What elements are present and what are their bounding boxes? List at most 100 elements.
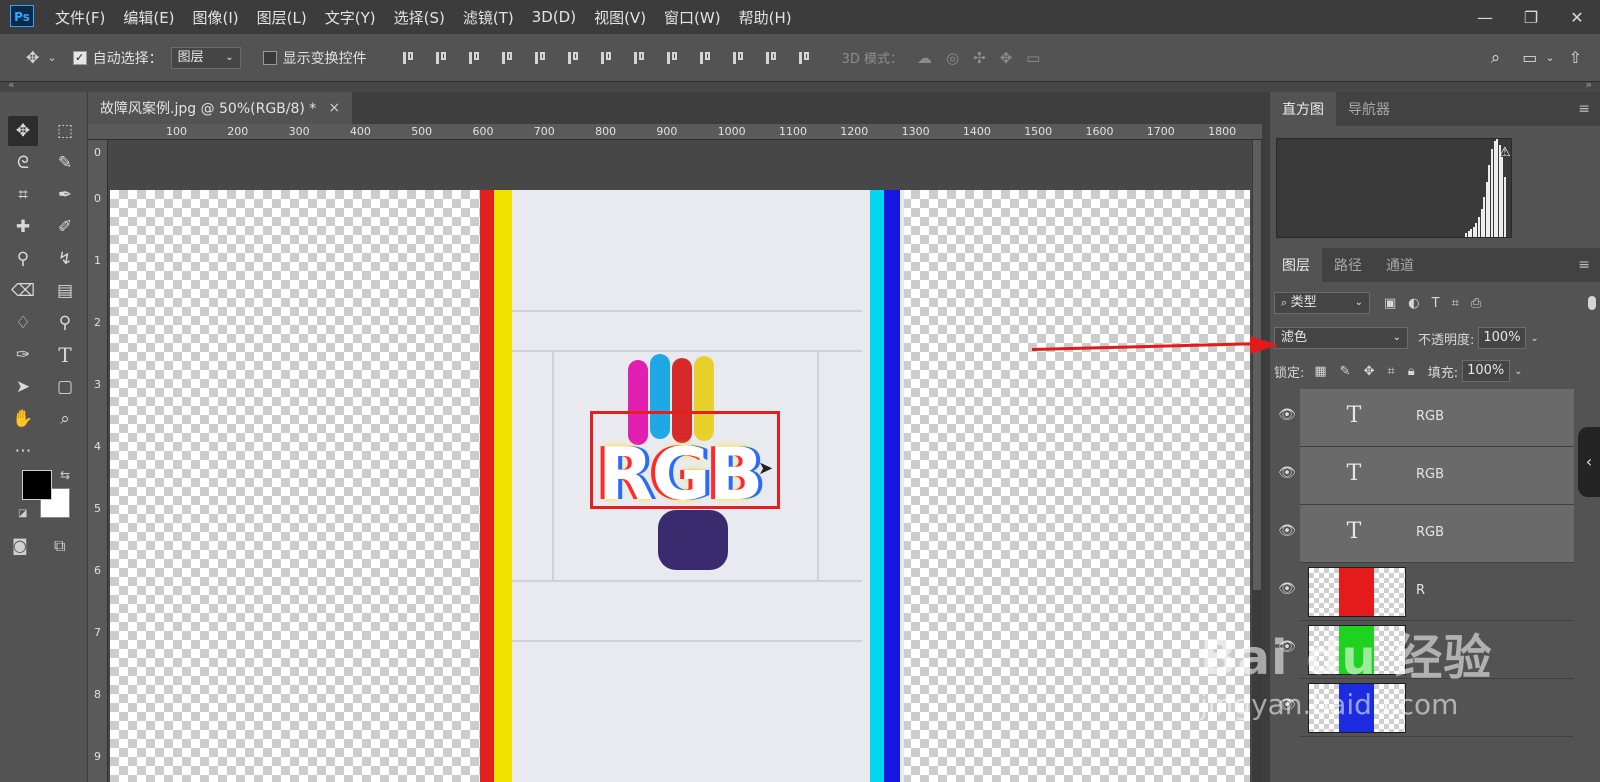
align-left-icon[interactable] [500,50,514,66]
lasso-tool-icon[interactable]: ᘓ [8,148,38,178]
warning-icon[interactable]: ⚠ [1499,145,1511,160]
layer-filter-dropdown[interactable]: ⌕ 类型 ⌄ [1274,292,1370,314]
menu-3d[interactable]: 3D(D) [532,8,576,26]
collapse-right-icon[interactable]: » [1585,78,1592,91]
workspace-icon[interactable]: ▭ [1522,48,1537,67]
share-icon[interactable]: ⇧ [1569,48,1582,67]
more-tools-icon[interactable]: ⋯ [8,436,38,466]
lock-icons[interactable]: ▦✎✥⌗🔒︎ [1314,364,1427,379]
close-tab-icon[interactable]: × [328,100,340,116]
collapse-panel-icon[interactable]: ‹ [1578,427,1600,497]
distribute-right-icon[interactable] [764,50,778,66]
histogram-bar [1504,177,1506,237]
blur-tool-icon[interactable]: ♢ [8,308,38,338]
search-icon[interactable]: ⌕ [1491,48,1501,68]
layer-row[interactable]: 👁︎ T RGB [1278,389,1574,447]
tab-layers[interactable]: 图层 [1270,248,1322,282]
opacity-input[interactable]: 100% [1478,327,1527,349]
layer-name[interactable]: R [1416,583,1425,598]
zoom-tool-icon[interactable]: ⌕ [50,404,80,434]
panel-menu-icon[interactable]: ≡ [1578,257,1590,273]
distribute-hcenter-icon[interactable] [731,50,745,66]
path-select-tool-icon[interactable]: ➤ [8,372,38,402]
hand-tool-icon[interactable]: ✋ [8,404,38,434]
type-tool-icon[interactable]: T [50,340,80,370]
menu-image[interactable]: 图像(I) [193,7,239,28]
blend-mode-dropdown[interactable]: 滤色 ⌄ [1274,327,1408,349]
foreground-color-swatch[interactable] [22,470,52,500]
collapse-left-icon[interactable]: « [8,78,15,91]
tab-channels[interactable]: 通道 [1374,248,1426,282]
distribute-vcenter-icon[interactable] [632,50,646,66]
default-colors-icon[interactable]: ◪ [18,508,27,519]
show-transform-checkbox[interactable] [262,50,277,65]
menu-layer[interactable]: 图层(L) [257,7,307,28]
menu-type[interactable]: 文字(Y) [325,7,376,28]
shape-tool-icon[interactable]: ▢ [50,372,80,402]
brush-tool-icon[interactable]: ✐ [50,212,80,242]
marquee-tool-icon[interactable]: ⬚ [50,116,80,146]
quick-mask-icon[interactable]: ◙ [12,536,28,555]
dodge-tool-icon[interactable]: ⚲ [50,308,80,338]
gradient-tool-icon[interactable]: ▤ [50,276,80,306]
history-brush-tool-icon[interactable]: ↯ [50,244,80,274]
filter-toggle-icon[interactable] [1588,296,1596,310]
crop-tool-icon[interactable]: ⌗ [8,180,38,210]
chevron-down-icon[interactable]: ⌄ [1545,51,1554,64]
fill-input[interactable]: 100% [1462,360,1511,382]
quick-select-tool-icon[interactable]: ✎ [50,148,80,178]
align-hcenter-icon[interactable] [533,50,547,66]
layer-row[interactable]: 👁︎ R [1278,563,1574,621]
eye-icon[interactable]: 👁︎ [1278,407,1296,423]
eye-icon[interactable]: 👁︎ [1278,465,1296,481]
eye-icon[interactable]: 👁︎ [1278,523,1296,539]
screen-mode-icon[interactable]: ⧉ [54,536,65,556]
move-tool-icon[interactable]: ✥ [8,116,38,146]
menu-filter[interactable]: 滤镜(T) [463,7,514,28]
chevron-down-icon[interactable]: ⌄ [1530,333,1538,344]
pen-tool-icon[interactable]: ✑ [8,340,38,370]
distribute-top-icon[interactable] [599,50,613,66]
thumb-stripe-red [1339,568,1374,616]
auto-align-icon[interactable] [797,50,811,66]
eraser-tool-icon[interactable]: ⌫ [8,276,38,306]
menu-select[interactable]: 选择(S) [394,7,445,28]
distribute-left-icon[interactable] [698,50,712,66]
swap-colors-icon[interactable]: ⇆ [60,468,70,482]
align-bottom-icon[interactable] [467,50,481,66]
tab-paths[interactable]: 路径 [1322,248,1374,282]
auto-select-checkbox[interactable]: ✓ [72,50,87,65]
auto-select-target-dropdown[interactable]: 图层 ⌄ [170,46,241,69]
menu-window[interactable]: 窗口(W) [664,7,721,28]
tab-histogram[interactable]: 直方图 [1270,92,1336,126]
close-button[interactable]: ✕ [1554,8,1600,27]
layer-name[interactable]: RGB [1416,467,1444,482]
layer-name[interactable]: RGB [1416,409,1444,424]
clone-stamp-tool-icon[interactable]: ⚲ [8,244,38,274]
scrollbar-thumb[interactable] [1253,140,1261,590]
chevron-down-icon[interactable]: ⌄ [1514,366,1522,377]
layer-row[interactable]: 👁︎ T RGB [1278,505,1574,563]
menu-help[interactable]: 帮助(H) [739,7,792,28]
layer-name[interactable]: RGB [1416,525,1444,540]
align-right-icon[interactable] [566,50,580,66]
healing-brush-tool-icon[interactable]: ✚ [8,212,38,242]
menu-edit[interactable]: 编辑(E) [123,7,174,28]
layer-row[interactable]: 👁︎ T RGB [1278,447,1574,505]
minimize-button[interactable]: — [1462,8,1508,27]
align-top-icon[interactable] [401,50,415,66]
restore-button[interactable]: ❐ [1508,8,1554,27]
layer-filter-icons[interactable]: ▣◐T⌗⎙ [1384,296,1493,311]
document-tab[interactable]: 故障风案例.jpg @ 50%(RGB/8) * × [88,92,353,124]
eye-icon[interactable]: 👁︎ [1278,581,1296,597]
tab-navigator[interactable]: 导航器 [1336,92,1402,126]
menu-view[interactable]: 视图(V) [594,7,646,28]
distribute-bottom-icon[interactable] [665,50,679,66]
move-icon[interactable]: ✥ [26,48,39,67]
eyedropper-tool-icon[interactable]: ✒ [50,180,80,210]
document-tab-bar: 故障风案例.jpg @ 50%(RGB/8) * × [88,92,1270,124]
panel-menu-icon[interactable]: ≡ [1578,101,1590,117]
chevron-down-icon[interactable]: ⌄ [47,51,56,64]
menu-file[interactable]: 文件(F) [55,7,105,28]
align-vcenter-icon[interactable] [434,50,448,66]
